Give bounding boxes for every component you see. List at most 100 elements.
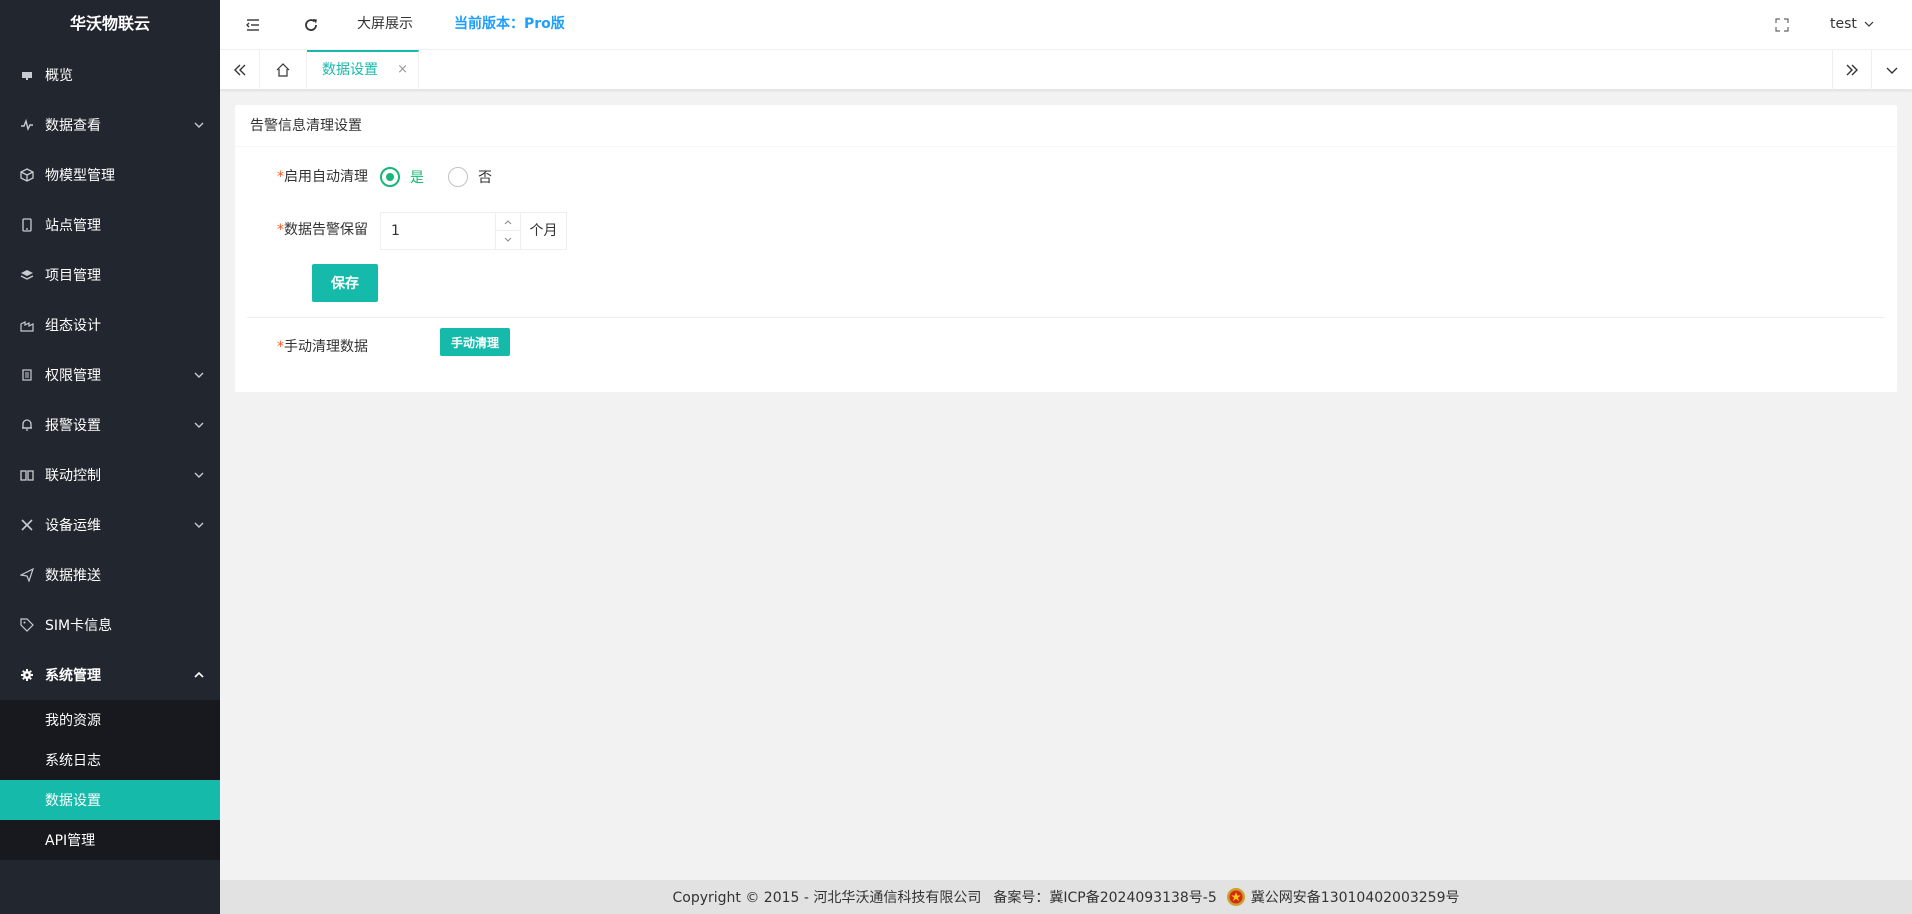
sidebar-item-label: SIM卡信息 (45, 618, 113, 634)
tabs-scroll-right-button[interactable] (1832, 50, 1872, 90)
tab-data-settings[interactable]: 数据设置 × (307, 50, 419, 90)
radio-no[interactable]: 否 (448, 167, 492, 187)
close-icon[interactable]: × (397, 52, 408, 88)
sidebar-item-label: 数据推送 (45, 568, 101, 584)
chevron-down-icon (504, 237, 512, 242)
sidebar-item-label: 报警设置 (45, 418, 101, 434)
home-icon (276, 63, 290, 77)
radio-unchecked-icon (448, 167, 468, 187)
auto-clean-label: *启用自动清理 (277, 166, 368, 186)
tabs-dropdown-button[interactable] (1872, 50, 1912, 90)
monitor-icon (20, 68, 34, 82)
radio-no-label: 否 (478, 170, 492, 186)
submenu-item-data-settings[interactable]: 数据设置 (0, 780, 220, 820)
sidebar-item-alarm[interactable]: 报警设置 (0, 400, 220, 450)
chevron-down-icon (1864, 19, 1874, 29)
sidebar-item-permission[interactable]: 权限管理 (0, 350, 220, 400)
double-chevron-right-icon (1846, 64, 1858, 76)
sidebar-item-label: 物模型管理 (45, 168, 115, 184)
chevron-down-icon (193, 369, 205, 381)
cube-icon (20, 168, 34, 182)
icp-link[interactable]: 备案号：冀ICP备2024093138号-5 (993, 887, 1216, 907)
gear-icon (20, 668, 34, 682)
chevron-down-icon (193, 469, 205, 481)
menu-collapse-icon[interactable] (245, 17, 261, 33)
radio-yes-label: 是 (410, 170, 424, 186)
radio-checked-icon (380, 167, 400, 187)
retain-months-field[interactable] (381, 213, 496, 249)
sidebar-item-label: 联动控制 (45, 468, 101, 484)
sidebar-item-label: 站点管理 (45, 218, 101, 234)
sidebar-item-overview[interactable]: 概览 (0, 50, 220, 100)
tools-icon (20, 518, 34, 532)
sidebar-item-label: 数据查看 (45, 118, 101, 134)
stepper-up-button[interactable] (496, 213, 520, 231)
retain-label: *数据告警保留 (277, 219, 368, 239)
sidebar-item-scada[interactable]: 组态设计 (0, 300, 220, 350)
bigscreen-link[interactable]: 大屏展示 (357, 0, 413, 48)
chevron-up-icon (504, 219, 512, 224)
label-text: 数据告警保留 (284, 222, 368, 238)
unit-addon: 个月 (520, 212, 567, 250)
copyright-text: Copyright © 2015 - 河北华沃通信科技有限公司 (672, 890, 982, 906)
chevron-down-icon (1886, 67, 1898, 74)
number-stepper (495, 213, 520, 249)
chevron-down-icon (193, 119, 205, 131)
sidebar-item-linkage[interactable]: 联动控制 (0, 450, 220, 500)
card-title: 告警信息清理设置 (235, 105, 1897, 147)
sidebar: 华沃物联云 概览 数据查看 物模型管理 站点管理 项目管理 组态设计 权限管理 … (0, 0, 220, 914)
submenu-item-api[interactable]: API管理 (0, 820, 220, 860)
sidebar-item-project[interactable]: 项目管理 (0, 250, 220, 300)
alarm-clean-settings-card: 告警信息清理设置 *启用自动清理 是 否 *数据告警保留 个月 保存 *手动清理… (235, 105, 1897, 392)
fullscreen-icon[interactable] (1775, 18, 1789, 32)
app-logo: 华沃物联云 (69, 14, 150, 33)
footer: Copyright © 2015 - 河北华沃通信科技有限公司 备案号：冀ICP… (220, 880, 1912, 914)
bell-icon (20, 418, 34, 432)
sidebar-item-thing-model[interactable]: 物模型管理 (0, 150, 220, 200)
columns-icon (20, 468, 34, 482)
sidebar-item-data-push[interactable]: 数据推送 (0, 550, 220, 600)
label-text: 启用自动清理 (284, 169, 368, 185)
user-menu[interactable]: test (1830, 0, 1874, 48)
submenu-item-my-resources[interactable]: 我的资源 (0, 700, 220, 740)
radio-yes[interactable]: 是 (380, 167, 424, 187)
document-icon (20, 368, 34, 382)
tab-home[interactable] (260, 50, 307, 90)
sidebar-item-label: 概览 (45, 68, 73, 84)
sidebar-item-system[interactable]: 系统管理 (0, 650, 220, 700)
send-icon (20, 568, 34, 582)
label-text: 手动清理数据 (284, 339, 368, 355)
divider (247, 317, 1885, 318)
tabs-scroll-left-button[interactable] (220, 50, 260, 90)
top-header: 大屏展示 当前版本：Pro版 test (220, 0, 1912, 50)
retain-months-input (380, 212, 521, 250)
sidebar-item-label: 项目管理 (45, 268, 101, 284)
submenu-item-system-log[interactable]: 系统日志 (0, 740, 220, 780)
tag-icon (20, 618, 34, 632)
chevron-down-icon (193, 419, 205, 431)
manual-clean-label: *手动清理数据 (277, 336, 368, 356)
chevron-up-icon (193, 669, 205, 681)
sidebar-item-label: 设备运维 (45, 518, 101, 534)
sidebar-item-sim[interactable]: SIM卡信息 (0, 600, 220, 650)
version-label: 当前版本：Pro版 (454, 16, 565, 32)
system-submenu: 我的资源 系统日志 数据设置 API管理 (0, 700, 220, 860)
save-button[interactable]: 保存 (312, 264, 378, 302)
required-mark: * (277, 222, 284, 238)
factory-icon (20, 318, 34, 332)
required-mark: * (277, 339, 284, 355)
refresh-icon[interactable] (303, 17, 319, 33)
pulse-icon (20, 118, 34, 132)
stepper-down-button[interactable] (496, 231, 520, 249)
sidebar-item-label: 组态设计 (45, 318, 101, 334)
username: test (1830, 16, 1857, 32)
sidebar-item-maintenance[interactable]: 设备运维 (0, 500, 220, 550)
tablet-icon (20, 218, 34, 232)
sidebar-item-label: 系统管理 (45, 668, 101, 684)
tab-label: 数据设置 (322, 62, 378, 78)
tab-bar: 数据设置 × (220, 50, 1912, 90)
sidebar-item-data-view[interactable]: 数据查看 (0, 100, 220, 150)
sidebar-item-site[interactable]: 站点管理 (0, 200, 220, 250)
manual-clean-button[interactable]: 手动清理 (440, 328, 510, 356)
police-record-link[interactable]: 冀公网安备13010402003259号 (1251, 887, 1460, 907)
